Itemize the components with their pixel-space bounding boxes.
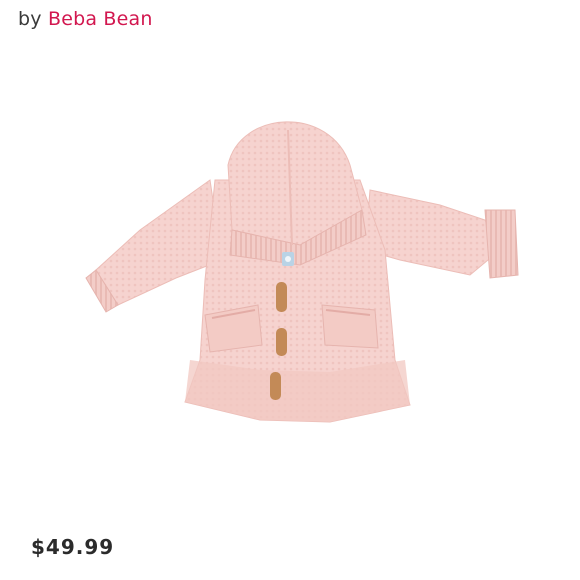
hood — [227, 121, 367, 266]
right-pocket — [321, 304, 379, 349]
brand-tag-icon — [282, 252, 294, 266]
product-image[interactable] — [0, 60, 580, 530]
brand-line: by Beba Bean — [18, 8, 153, 30]
brand-name[interactable]: Beba Bean — [48, 8, 153, 30]
product-price: $49.99 — [31, 535, 115, 559]
left-sleeve — [85, 179, 223, 313]
right-sleeve — [364, 189, 519, 279]
brand-prefix: by — [18, 8, 42, 30]
